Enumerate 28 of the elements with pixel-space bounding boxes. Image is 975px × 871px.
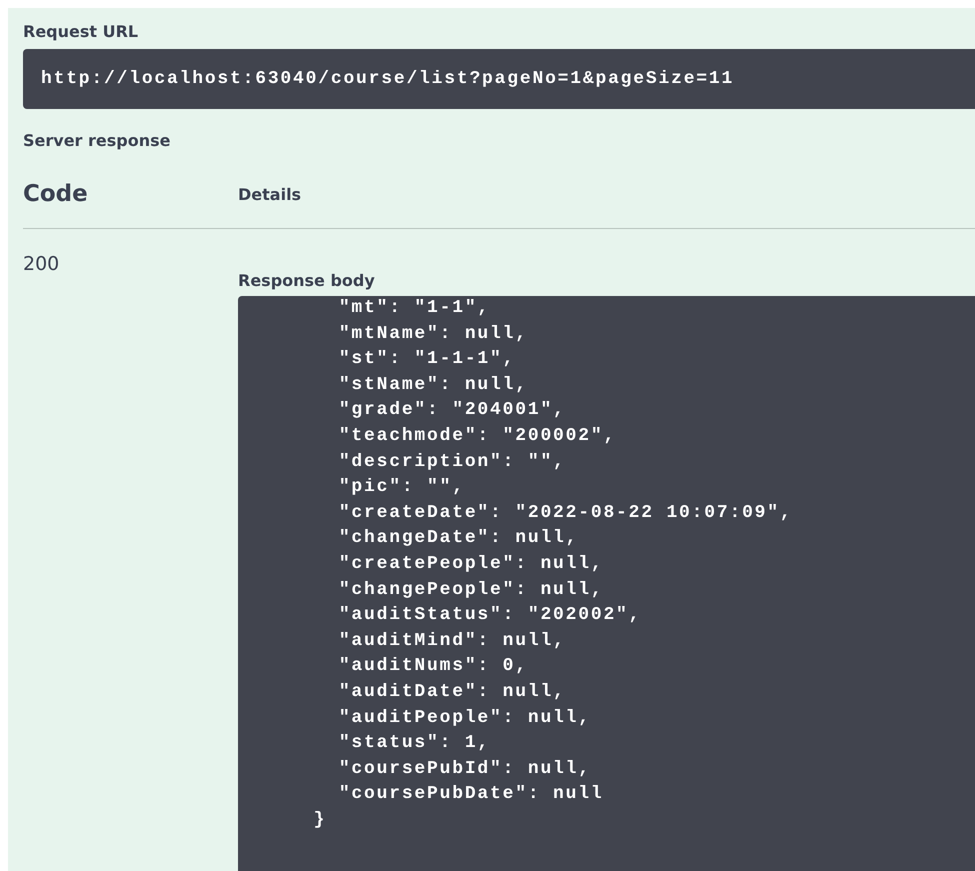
code-line: "coursePubDate": null: [338, 783, 604, 806]
code-line: "stName": null,: [338, 374, 529, 397]
code-line: "mtName": null,: [338, 322, 529, 346]
code-line: "auditStatus": "202002",: [338, 604, 642, 628]
code-line: "changeDate": null,: [338, 527, 580, 550]
code-line: "description": "",: [338, 450, 567, 474]
column-header: Code: [23, 181, 89, 207]
request-url-field: http://localhost:63040/course/list?pageNo=1&pageSize=11: [23, 49, 975, 109]
code-line: "auditDate": null,: [338, 680, 567, 704]
code-line: "auditNums": 0,: [338, 655, 529, 678]
code-line: "st": "1-1-1",: [338, 348, 516, 372]
request-url-label: Request URL: [23, 22, 140, 41]
code-line: "auditPeople": null,: [338, 706, 592, 730]
response-body-label: Response body: [238, 271, 376, 290]
code-line: "pic": "",: [338, 476, 466, 500]
code-line: "mt": "1-1",: [338, 297, 492, 320]
code-line: "coursePubId": null,: [338, 758, 592, 781]
code-line: "auditMind": null,: [338, 630, 567, 653]
server-response-label: Server response: [23, 131, 172, 150]
code-line: "grade": "204001",: [338, 399, 567, 422]
code-line: }: [312, 808, 328, 832]
code-line: "teachmode": "200002",: [338, 424, 618, 448]
code-line: "createDate": "2022-08-22 10:07:09",: [338, 502, 794, 525]
status-code: 200: [23, 253, 60, 277]
code-line: "status": 1,: [338, 732, 492, 756]
column-header: Details: [238, 184, 302, 204]
code-line: "changePeople": null,: [338, 578, 604, 602]
code-line: "createPeople": null,: [338, 552, 604, 576]
